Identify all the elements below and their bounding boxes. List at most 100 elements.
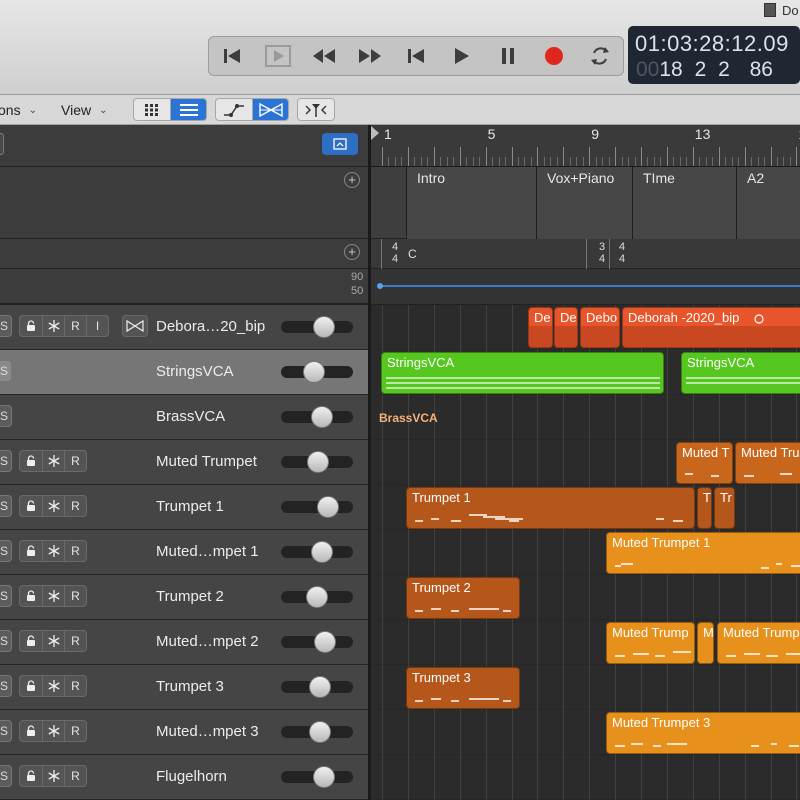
midi-region[interactable]: Muted Trump: [606, 622, 695, 664]
vca-region[interactable]: StringsVCA: [381, 352, 664, 394]
audio-region[interactable]: Debo: [580, 307, 620, 348]
track-header[interactable]: S R Trumpet 2: [0, 575, 368, 620]
track-freeze-button[interactable]: [42, 451, 64, 471]
track-protect-button[interactable]: [20, 721, 42, 741]
go-to-start-button[interactable]: [209, 37, 255, 75]
vca-region[interactable]: StringsVCA: [681, 352, 800, 394]
volume-knob[interactable]: [303, 361, 325, 383]
record-enable-button[interactable]: R: [64, 766, 86, 786]
track-name[interactable]: Trumpet 3: [156, 678, 224, 695]
record-button[interactable]: [531, 37, 577, 75]
track-name[interactable]: Trumpet 1: [156, 498, 224, 515]
volume-slider[interactable]: [281, 406, 353, 428]
key-signature[interactable]: C: [408, 247, 417, 261]
rewind-button[interactable]: [301, 37, 347, 75]
volume-knob[interactable]: [311, 541, 333, 563]
track-freeze-button[interactable]: [42, 766, 64, 786]
track-protect-button[interactable]: [20, 316, 42, 336]
tempo-point[interactable]: [377, 283, 383, 289]
solo-button[interactable]: S: [0, 495, 12, 517]
play-button[interactable]: [439, 37, 485, 75]
add-marker-button[interactable]: +: [344, 172, 360, 188]
volume-slider[interactable]: [281, 451, 353, 473]
add-signature-button[interactable]: +: [344, 244, 360, 260]
audio-region[interactable]: Deborah -2020_bip: [622, 307, 800, 348]
volume-knob[interactable]: [317, 496, 339, 518]
track-name[interactable]: Trumpet 2: [156, 588, 224, 605]
track-header[interactable]: S R Trumpet 1: [0, 485, 368, 530]
volume-slider[interactable]: [281, 631, 353, 653]
track-freeze-button[interactable]: [42, 631, 64, 651]
record-enable-button[interactable]: R: [64, 541, 86, 561]
midi-region[interactable]: Muted Trump: [717, 622, 800, 664]
list-view-button[interactable]: [170, 99, 206, 120]
volume-slider[interactable]: [281, 496, 353, 518]
track-freeze-button[interactable]: [42, 496, 64, 516]
flex-view-button[interactable]: [252, 99, 288, 120]
track-name[interactable]: StringsVCA: [156, 363, 234, 380]
catch-playhead-button[interactable]: [298, 99, 334, 120]
marker-intro[interactable]: Intro: [406, 167, 536, 239]
solo-button[interactable]: S: [0, 630, 12, 652]
solo-button[interactable]: S: [0, 405, 12, 427]
track-header[interactable]: S R Muted…mpet 3: [0, 710, 368, 755]
record-enable-button[interactable]: R: [64, 451, 86, 471]
track-freeze-button[interactable]: [42, 541, 64, 561]
midi-region[interactable]: Muted Trumpet 3: [606, 712, 800, 754]
volume-slider[interactable]: [281, 721, 353, 743]
time-signature[interactable]: 44: [390, 241, 400, 265]
track-protect-button[interactable]: [20, 676, 42, 696]
midi-region[interactable]: Muted Trumpet 1: [606, 532, 800, 574]
midi-region[interactable]: Muted Tru: [735, 442, 800, 484]
record-enable-button[interactable]: R: [64, 586, 86, 606]
track-protect-button[interactable]: [20, 496, 42, 516]
midi-region[interactable]: Tr: [714, 487, 735, 529]
bar-ruler[interactable]: 1591317: [371, 125, 800, 167]
volume-knob[interactable]: [306, 586, 328, 608]
track-protect-button[interactable]: [20, 631, 42, 651]
record-enable-button[interactable]: R: [64, 676, 86, 696]
track-protect-button[interactable]: [20, 586, 42, 606]
track-freeze-button[interactable]: [42, 676, 64, 696]
marker-time[interactable]: TIme: [632, 167, 736, 239]
record-enable-button[interactable]: R: [64, 631, 86, 651]
record-enable-button[interactable]: R: [64, 721, 86, 741]
track-header[interactable]: S R Trumpet 3: [0, 665, 368, 710]
track-freeze-button[interactable]: [42, 586, 64, 606]
track-name[interactable]: Flugelhorn: [156, 768, 227, 785]
track-name[interactable]: Debora…20_bip: [156, 318, 265, 335]
midi-region[interactable]: T: [697, 487, 712, 529]
track-header[interactable]: S BrassVCA: [0, 395, 368, 440]
solo-button[interactable]: S: [0, 540, 12, 562]
midi-region[interactable]: Trumpet 1: [406, 487, 695, 529]
cycle-button[interactable]: [577, 37, 623, 75]
volume-slider[interactable]: [281, 316, 353, 338]
volume-knob[interactable]: [311, 406, 333, 428]
marker-a2[interactable]: A2: [736, 167, 800, 239]
solo-button[interactable]: S: [0, 315, 12, 337]
tracks-area[interactable]: De De Debo Deborah -2020_bip StringsVCA …: [371, 305, 800, 800]
volume-knob[interactable]: [313, 316, 335, 338]
flex-toggle-button[interactable]: [122, 315, 148, 337]
track-header[interactable]: S R Muted…mpet 1: [0, 530, 368, 575]
play-from-selection-button[interactable]: [255, 37, 301, 75]
view-menu[interactable]: View ⌄: [61, 99, 107, 121]
time-signature[interactable]: 34: [597, 241, 607, 265]
volume-slider[interactable]: [281, 766, 353, 788]
solo-button[interactable]: S: [0, 360, 12, 382]
audio-region[interactable]: De: [528, 307, 553, 348]
track-name[interactable]: Muted…mpet 3: [156, 723, 259, 740]
go-to-beginning-button[interactable]: [393, 37, 439, 75]
record-enable-button[interactable]: R: [64, 496, 86, 516]
volume-knob[interactable]: [309, 676, 331, 698]
playhead-start-icon[interactable]: [371, 126, 379, 140]
record-enable-button[interactable]: R: [64, 316, 86, 336]
solo-button[interactable]: S: [0, 585, 12, 607]
track-name[interactable]: Muted…mpet 1: [156, 543, 259, 560]
edge-button[interactable]: [0, 133, 4, 155]
midi-region[interactable]: M: [697, 622, 714, 664]
midi-region[interactable]: Trumpet 2: [406, 577, 520, 619]
track-header[interactable]: S R Muted Trumpet: [0, 440, 368, 485]
track-header[interactable]: S R Flugelhorn: [0, 755, 368, 800]
volume-slider[interactable]: [281, 586, 353, 608]
